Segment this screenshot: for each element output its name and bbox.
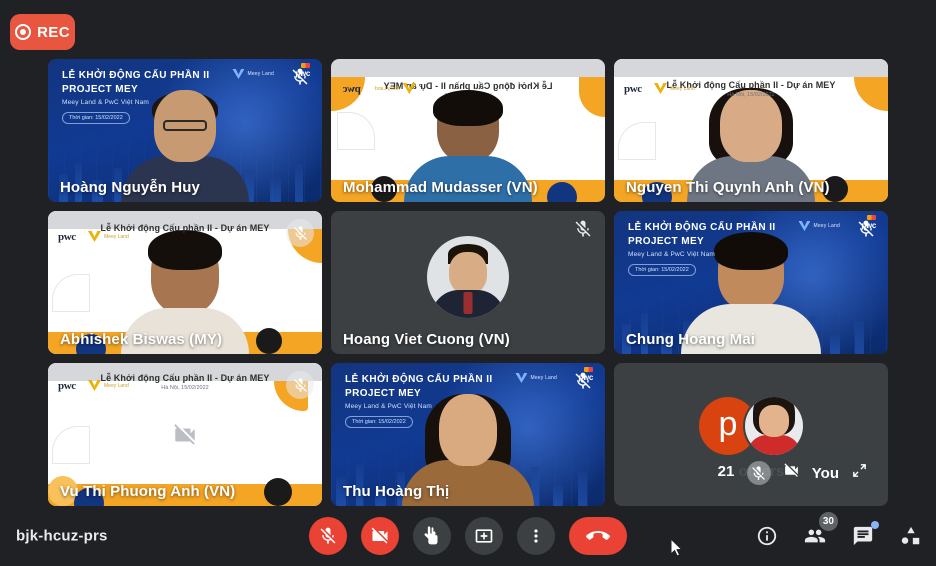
deck-title: LỄ KHỞI ĐỘNG CẤU PHẦN II PROJECT MEY: [62, 70, 210, 95]
mic-off-icon: [290, 67, 312, 89]
participant-name: Mohammad Mudasser (VN): [343, 179, 538, 196]
recording-indicator: REC: [10, 14, 75, 50]
participant-name: Chung Hoang Mai: [626, 331, 755, 348]
avatar: [745, 396, 803, 455]
meey-land-logo: Meey Land: [232, 69, 274, 79]
recording-label: REC: [37, 23, 70, 41]
present-screen-button[interactable]: [465, 517, 503, 555]
participant-tile[interactable]: Lễ Khởi động Cấu phần II - Dự án MEY pwc…: [48, 211, 322, 354]
participant-name: Hoang Viet Cuong (VN): [343, 331, 510, 348]
pwc-logo: pwc: [58, 380, 76, 392]
meeting-details-icon[interactable]: [754, 523, 780, 549]
mic-off-icon: [573, 371, 595, 393]
participant-tile[interactable]: LỄ KHỞI ĐỘNG CẤU PHẦN II PROJECT MEY Mee…: [331, 363, 605, 506]
meey-land-logo: Meey Land: [88, 380, 129, 391]
expand-icon[interactable]: [851, 462, 868, 484]
camera-off-button[interactable]: [361, 517, 399, 555]
deck-subtitle: Meey Land & PwC Việt Nam: [628, 251, 716, 258]
pwc-logo: pwc: [58, 231, 76, 243]
pwc-logo: pwc: [343, 83, 361, 95]
deck-time-chip: Thời gian: 15/02/2022: [628, 264, 696, 276]
others-avatars: p: [699, 396, 803, 455]
microphone-off-button[interactable]: [309, 517, 347, 555]
self-camera-off-icon[interactable]: [783, 462, 800, 484]
participant-name: Thu Hoàng Thị: [343, 483, 450, 500]
participant-tile[interactable]: Hoang Viet Cuong (VN): [331, 211, 605, 354]
participant-name: Abhishek Biswas (MY): [60, 331, 223, 348]
participant-name: Hoàng Nguyễn Huy: [60, 179, 200, 196]
participant-name: Vu Thi Phuong Anh (VN): [60, 483, 236, 500]
meeting-toolbar: bjk-hcuz-prs 30: [0, 506, 936, 566]
deck-title: LỄ KHỞI ĐỘNG CẤU PHẦN II PROJECT MEY: [345, 374, 493, 399]
deck-subtitle: Hà Nội, 15/02/2022: [161, 385, 209, 391]
deck-subtitle: Hà Nội, 15/02/2022: [727, 92, 775, 98]
meey-land-logo: Meey Land: [88, 231, 129, 242]
participant-tile[interactable]: LỄ KHỞI ĐỘNG CẤU PHẦN II PROJECT MEY Mee…: [48, 59, 322, 202]
participant-tile[interactable]: Lễ Khởi động Cấu phần II - Dự án MEY Hà …: [331, 59, 605, 202]
participants-count-badge: 30: [818, 512, 838, 531]
call-controls: [309, 517, 627, 555]
self-view-controls[interactable]: You: [734, 456, 880, 490]
participant-grid: LỄ KHỞI ĐỘNG CẤU PHẦN II PROJECT MEY Mee…: [48, 59, 888, 506]
participant-tile[interactable]: Lễ Khởi động Cấu phần II - Dự án MEY Hà …: [614, 59, 888, 202]
self-mic-off-icon[interactable]: [746, 461, 771, 485]
activities-icon[interactable]: [898, 523, 924, 549]
mic-off-icon: [573, 219, 595, 241]
chat-icon[interactable]: [850, 521, 879, 549]
chat-unread-dot: [871, 521, 879, 529]
mic-off-icon: [286, 371, 314, 399]
deck-time-chip: Thời gian: 15/02/2022: [62, 112, 130, 124]
more-options-button[interactable]: [517, 517, 555, 555]
avatar: [427, 235, 509, 318]
meey-land-logo: Meey Land: [798, 221, 840, 231]
deck-title: LỄ KHỞI ĐỘNG CẤU PHẦN II PROJECT MEY: [628, 222, 776, 247]
camera-off-icon: [172, 422, 198, 448]
deck-subtitle: Meey Land & PwC Việt Nam: [345, 403, 433, 410]
meey-land-logo: Meey Land: [515, 373, 557, 383]
deck-time-chip: Thời gian: 15/02/2022: [345, 416, 413, 428]
mic-off-icon: [286, 219, 314, 247]
deck-subtitle: Meey Land & PwC Việt Nam: [62, 99, 150, 106]
participant-tile[interactable]: LỄ KHỞI ĐỘNG CẤU PHẦN II PROJECT MEY Mee…: [614, 211, 888, 354]
meeting-code: bjk-hcuz-prs: [16, 527, 108, 545]
meeting-info-controls: 30: [754, 512, 924, 549]
mic-off-icon: [856, 219, 878, 241]
others-tile[interactable]: p 21 others You: [614, 363, 888, 506]
raise-hand-button[interactable]: [413, 517, 451, 555]
end-call-button[interactable]: [569, 517, 627, 555]
self-view-label: You: [811, 464, 839, 482]
participant-tile[interactable]: Lễ Khởi động Cấu phần II - Dự án MEY Hà …: [48, 363, 322, 506]
show-participants-icon[interactable]: 30: [802, 512, 838, 549]
participant-name: Nguyen Thi Quynh Anh (VN): [626, 179, 830, 196]
meey-land-logo: Meey Land: [654, 83, 695, 94]
record-dot-icon: [15, 24, 32, 40]
pwc-logo: pwc: [624, 83, 642, 95]
